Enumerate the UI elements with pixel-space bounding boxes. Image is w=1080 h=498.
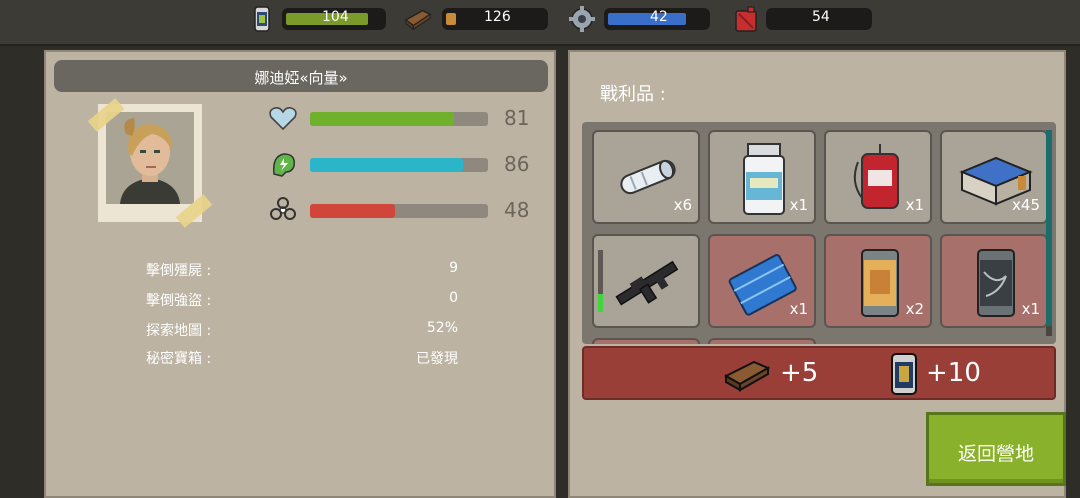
parts-level-fill	[608, 13, 686, 25]
reward-wood-value: +5	[780, 358, 819, 388]
loot-item-pills[interactable]: x1	[708, 130, 816, 224]
loot-item-cloth[interactable]: x1	[708, 234, 816, 328]
item-quantity: x1	[789, 300, 808, 318]
item-quantity: x1	[1021, 300, 1040, 318]
energy-stat: 86	[268, 150, 538, 178]
wood-plank-icon	[404, 9, 432, 31]
loot-item-bandage[interactable]: x6	[592, 130, 700, 224]
item-quantity: x6	[673, 196, 692, 214]
stat-label: 擊倒強盜 :	[146, 293, 212, 309]
radiation-stat: 48	[268, 196, 538, 224]
heart-icon	[269, 107, 297, 131]
battery-icon	[254, 6, 270, 32]
stat-value: 9	[449, 260, 458, 276]
stat-row-chest: 秘密寶箱 : 已發現	[146, 348, 458, 368]
avatar	[106, 112, 194, 204]
battery-count: 104	[322, 9, 349, 25]
stat-value: 0	[449, 290, 458, 306]
loot-item-metal-can[interactable]: x1	[940, 234, 1048, 328]
radiation-value: 48	[504, 198, 530, 222]
radiation-bar-fill	[310, 204, 396, 218]
energy-value: 86	[504, 152, 530, 176]
health-stat: 81	[268, 104, 538, 132]
return-to-camp-button[interactable]: 返回營地	[926, 412, 1066, 486]
battery-icon	[891, 353, 917, 395]
energy-icon	[272, 153, 296, 177]
reward-bar: +5 +10	[582, 346, 1056, 400]
right-edge	[1066, 46, 1080, 498]
gear-parts-icon	[569, 6, 595, 32]
character-name-bar: 娜迪婭«向量»	[54, 60, 548, 92]
loot-scrollbar-thumb[interactable]	[1046, 130, 1052, 326]
stat-row-map: 探索地圖 : 52%	[146, 320, 458, 340]
health-bar-fill	[310, 112, 455, 126]
loot-grid[interactable]: x6 x1 x1 x45 x1 x2 x1	[582, 122, 1056, 344]
wood-level-fill	[446, 13, 456, 25]
wood-count: 126	[484, 9, 511, 25]
loot-item-bloodbag[interactable]: x1	[824, 130, 932, 224]
return-to-camp-label: 返回營地	[957, 443, 1034, 465]
loot-item-ammo[interactable]: x45	[940, 130, 1048, 224]
panel-divider	[556, 46, 568, 498]
health-value: 81	[504, 106, 530, 130]
radiation-icon	[270, 197, 296, 220]
rifle-icon	[615, 260, 679, 306]
wood-plank-icon	[724, 360, 770, 392]
character-name: 娜迪婭«向量»	[254, 69, 348, 87]
stat-value: 52%	[426, 320, 458, 336]
durability-fill	[598, 294, 603, 312]
loot-item-rifle[interactable]	[592, 234, 700, 328]
resource-bar: 104 126 42 54	[0, 0, 1080, 46]
item-quantity: x2	[905, 300, 924, 318]
stat-row-zombies: 擊倒殭屍 : 9	[146, 260, 458, 280]
left-edge	[0, 46, 44, 498]
stat-label: 秘密寶箱 :	[146, 351, 212, 367]
loot-item-row3[interactable]	[708, 338, 816, 344]
item-quantity: x45	[1012, 196, 1040, 214]
item-quantity: x1	[905, 196, 924, 214]
item-quantity: x1	[789, 196, 808, 214]
parts-count: 42	[650, 9, 668, 25]
stat-label: 擊倒殭屍 :	[146, 263, 212, 279]
fuel-count: 54	[812, 9, 830, 25]
loot-item-row3[interactable]	[592, 338, 700, 344]
stat-value: 已發現	[416, 351, 458, 367]
character-panel: 娜迪婭«向量» 81 86 48 擊倒殭屍: 9 擊倒強盜: 0 探索地圖 …	[44, 50, 556, 498]
character-portrait	[87, 98, 213, 228]
energy-bar-fill	[310, 158, 464, 172]
loot-title: 戰利品 :	[600, 84, 666, 105]
stat-row-bandits: 擊倒強盜 : 0	[146, 290, 458, 310]
fuel-can-icon	[735, 6, 757, 32]
reward-battery-value: +10	[926, 358, 981, 388]
loot-item-canned-food[interactable]: x2	[824, 234, 932, 328]
stat-label: 探索地圖 :	[146, 323, 212, 339]
loot-panel: 戰利品 : x6 x1 x1 x45 x1 x2 x1 +5 +10 返回營地	[568, 50, 1066, 498]
